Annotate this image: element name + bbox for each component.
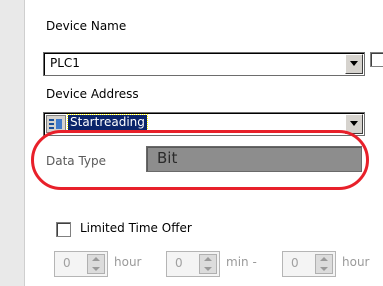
hour2-unit: hour [342, 255, 370, 269]
hour2-stepper[interactable]: 0 [282, 251, 336, 277]
limited-time-label: Limited Time Offer [80, 221, 192, 235]
device-name-dropdown-button[interactable] [345, 54, 363, 74]
arrow-down-icon [320, 267, 328, 271]
hour2-stepper-arrows[interactable] [315, 254, 333, 274]
highlight-annotation [31, 130, 369, 190]
device-address-label: Device Address [46, 87, 139, 101]
chevron-down-icon [350, 61, 358, 66]
device-settings-panel: Device Name PLC1 Device Address Startrea… [0, 0, 383, 286]
device-address-value: Startreading [67, 114, 148, 131]
device-name-label: Device Name [46, 19, 127, 33]
minute-stepper-arrows[interactable] [199, 254, 217, 274]
hour-unit: hour [114, 255, 142, 269]
device-name-value: PLC1 [50, 56, 80, 70]
chevron-down-icon [350, 121, 358, 126]
hour-stepper-arrows[interactable] [87, 254, 105, 274]
hour-value: 0 [63, 256, 71, 270]
minute-stepper[interactable]: 0 [166, 251, 220, 277]
minute-value: 0 [175, 256, 183, 270]
arrow-up-icon [92, 257, 100, 261]
arrow-down-icon [92, 267, 100, 271]
device-name-select[interactable]: PLC1 [43, 52, 365, 76]
minute-unit: min - [226, 255, 257, 269]
arrow-up-icon [320, 257, 328, 261]
limited-time-checkbox[interactable] [56, 222, 71, 237]
hour-stepper[interactable]: 0 [54, 251, 108, 277]
hour2-value: 0 [291, 256, 299, 270]
left-margin [0, 0, 25, 286]
device-name-side-checkbox[interactable] [370, 52, 383, 67]
arrow-up-icon [204, 257, 212, 261]
arrow-down-icon [204, 267, 212, 271]
